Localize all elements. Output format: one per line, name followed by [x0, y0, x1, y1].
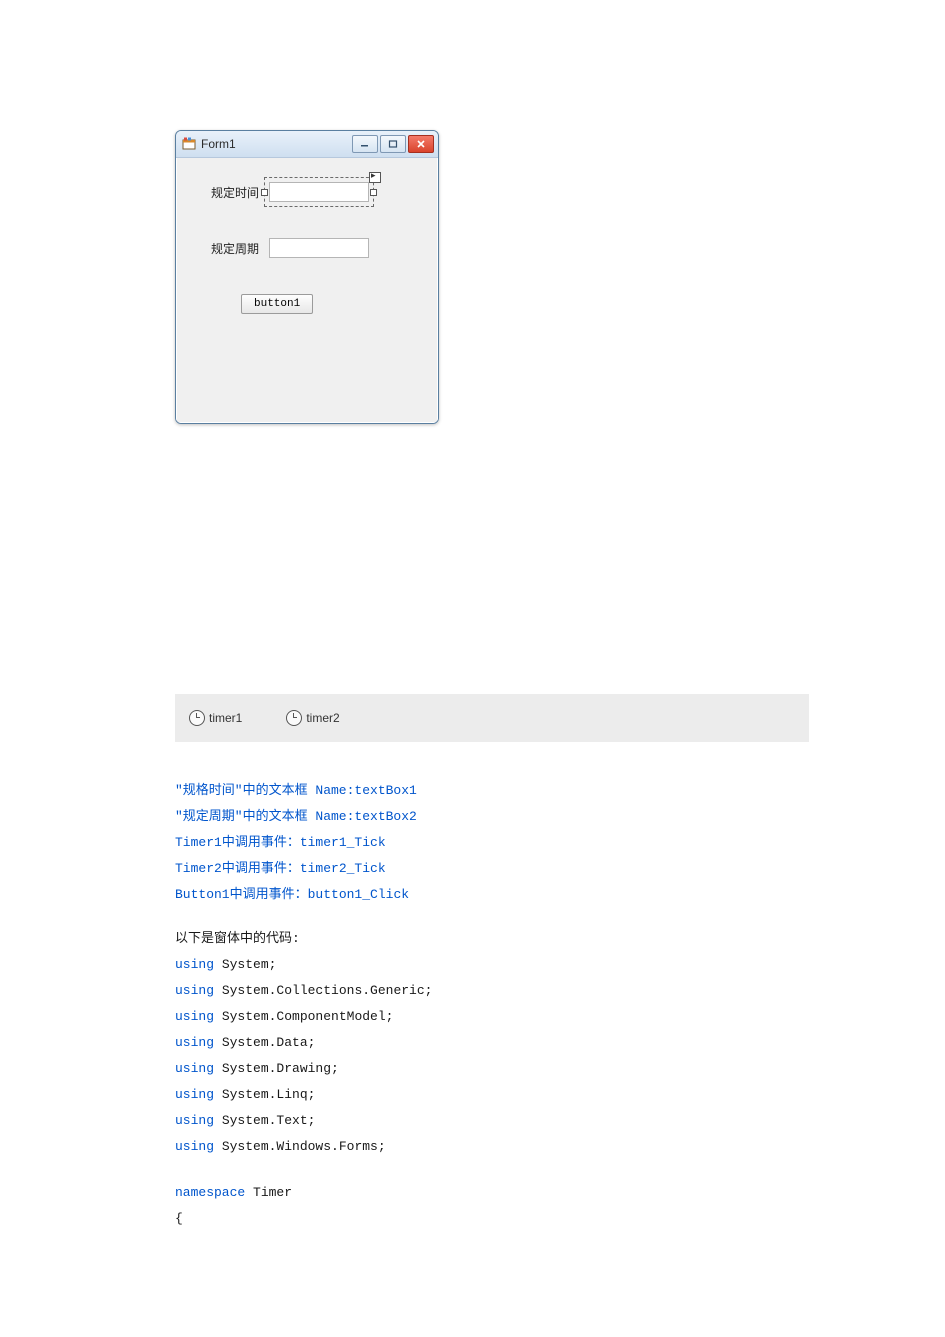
note-code: Button1: [175, 887, 230, 902]
keyword: using: [175, 1113, 214, 1128]
code-line: {: [175, 1206, 945, 1232]
code-text: System.Drawing;: [214, 1061, 339, 1076]
code-line: using System.Data;: [175, 1030, 945, 1056]
smart-tag-icon[interactable]: [369, 172, 381, 183]
note-text: 中调用事件：: [222, 861, 300, 876]
code-text: System.Text;: [214, 1113, 315, 1128]
tray-timer2-label: timer2: [306, 711, 339, 725]
resize-handle-icon[interactable]: [370, 189, 377, 196]
note-line: Button1中调用事件：button1_Click: [175, 882, 945, 908]
resize-handle-icon[interactable]: [261, 189, 268, 196]
code-line: using System;: [175, 952, 945, 978]
code-text: Timer: [245, 1185, 292, 1200]
tray-timer1[interactable]: timer1: [189, 710, 242, 726]
note-code: timer1_Tick: [300, 835, 386, 850]
timer-icon: [286, 710, 302, 726]
keyword: using: [175, 1061, 214, 1076]
note-code: Timer1: [175, 835, 222, 850]
textbox2[interactable]: [269, 238, 369, 258]
code-text: System.Collections.Generic;: [214, 983, 432, 998]
note-line: Timer2中调用事件：timer2_Tick: [175, 856, 945, 882]
code-line: using System.Windows.Forms;: [175, 1134, 945, 1160]
window-buttons: [352, 135, 434, 153]
note-code: button1_Click: [308, 887, 409, 902]
note-text: "规定周期"中的文本框: [175, 809, 315, 824]
keyword: using: [175, 983, 214, 998]
code-line: using System.ComponentModel;: [175, 1004, 945, 1030]
tray-timer2[interactable]: timer2: [286, 710, 339, 726]
keyword: using: [175, 1009, 214, 1024]
code-line: using System.Drawing;: [175, 1056, 945, 1082]
button1[interactable]: button1: [241, 294, 313, 314]
label-period: 规定周期: [211, 240, 269, 257]
component-tray: timer1 timer2: [175, 694, 809, 742]
timer-icon: [189, 710, 205, 726]
textbox1[interactable]: [269, 182, 369, 202]
note-text: 中调用事件：: [222, 835, 300, 850]
code-text: System.Linq;: [214, 1087, 315, 1102]
keyword: namespace: [175, 1185, 245, 1200]
code-text: System.Data;: [214, 1035, 315, 1050]
note-line: "规定周期"中的文本框 Name:textBox2: [175, 804, 945, 830]
minimize-button[interactable]: [352, 135, 378, 153]
code-text: System;: [214, 957, 276, 972]
code-text: System.ComponentModel;: [214, 1009, 393, 1024]
note-code: Timer2: [175, 861, 222, 876]
keyword: using: [175, 1035, 214, 1050]
maximize-button[interactable]: [380, 135, 406, 153]
notes-block: "规格时间"中的文本框 Name:textBox1 "规定周期"中的文本框 Na…: [175, 778, 945, 1232]
titlebar: Form1: [176, 131, 438, 158]
keyword: using: [175, 1087, 214, 1102]
keyword: using: [175, 957, 214, 972]
note-text: "规格时间"中的文本框: [175, 783, 315, 798]
form-client-area: 规定时间 规定周期 button1: [176, 158, 438, 423]
textbox1-selection: [269, 182, 369, 202]
keyword: using: [175, 1139, 214, 1154]
form-window: Form1 规定时间: [175, 130, 439, 424]
row-time: 规定时间: [211, 182, 419, 202]
note-code: timer2_Tick: [300, 861, 386, 876]
note-text: 中调用事件：: [230, 887, 308, 902]
code-text: System.Windows.Forms;: [214, 1139, 386, 1154]
note-code: Name:textBox1: [315, 783, 416, 798]
code-line: namespace Timer: [175, 1180, 945, 1206]
code-line: using System.Text;: [175, 1108, 945, 1134]
close-button[interactable]: [408, 135, 434, 153]
code-line: using System.Collections.Generic;: [175, 978, 945, 1004]
code-line: using System.Linq;: [175, 1082, 945, 1108]
tray-timer1-label: timer1: [209, 711, 242, 725]
code-heading: 以下是窗体中的代码:: [175, 926, 945, 952]
note-line: "规格时间"中的文本框 Name:textBox1: [175, 778, 945, 804]
form-app-icon: [182, 137, 196, 151]
note-line: Timer1中调用事件：timer1_Tick: [175, 830, 945, 856]
form-title: Form1: [201, 137, 352, 151]
row-period: 规定周期: [211, 238, 419, 258]
row-button: button1: [195, 294, 419, 314]
note-code: Name:textBox2: [315, 809, 416, 824]
